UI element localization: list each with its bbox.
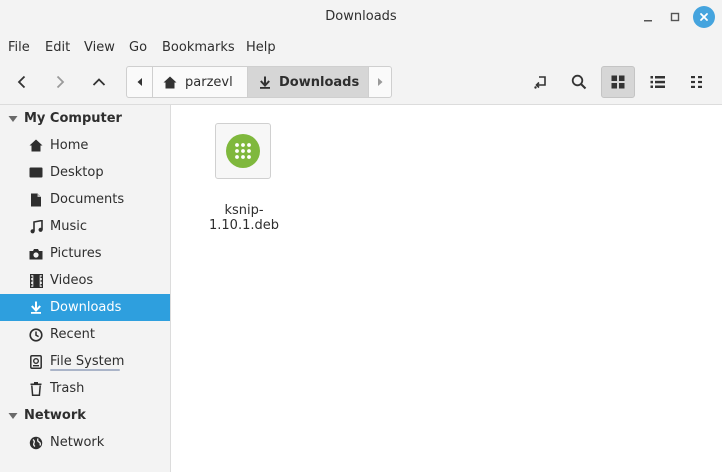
sidebar-item-recent[interactable]: Recent xyxy=(0,321,170,348)
maximize-button[interactable] xyxy=(664,6,686,28)
sidebar-item-desktop[interactable]: Desktop xyxy=(0,159,170,186)
sidebar-item-label: Downloads xyxy=(50,300,122,315)
toolbar: parzevl Downloads xyxy=(0,61,722,105)
sidebar-item-documents[interactable]: Documents xyxy=(0,186,170,213)
desktop-icon xyxy=(29,166,43,180)
sidebar-item-label: Desktop xyxy=(50,165,104,180)
sidebar-item-downloads[interactable]: Downloads xyxy=(0,294,170,321)
sidebar-item-network[interactable]: Network xyxy=(0,429,170,456)
breadcrumb-home-label: parzevl xyxy=(185,74,233,90)
expander-down-icon xyxy=(8,412,18,419)
download-icon xyxy=(260,76,270,89)
search-icon xyxy=(571,74,587,90)
search-button[interactable] xyxy=(562,66,596,98)
music-icon xyxy=(29,219,43,234)
section-header-label: Network xyxy=(24,408,86,423)
document-icon xyxy=(29,193,43,207)
close-button[interactable] xyxy=(693,6,715,28)
maximize-icon xyxy=(670,12,680,22)
chevron-left-icon xyxy=(17,75,26,89)
menu-bookmarks[interactable]: Bookmarks xyxy=(162,40,235,55)
menu-file[interactable]: File xyxy=(8,40,30,55)
sidebar-item-label: Videos xyxy=(50,273,94,288)
triangle-right-icon xyxy=(378,78,383,86)
compact-view-icon xyxy=(691,76,702,88)
path-scroll-right-button[interactable] xyxy=(368,67,391,97)
toggle-location-button[interactable] xyxy=(524,66,558,98)
sidebar-item-pictures[interactable]: Pictures xyxy=(0,240,170,267)
camera-icon xyxy=(29,247,43,261)
sidebar-item-label: Trash xyxy=(50,381,85,396)
minimize-button[interactable] xyxy=(637,6,659,28)
section-header-label: My Computer xyxy=(24,111,122,126)
menu-help[interactable]: Help xyxy=(246,40,276,55)
forward-button[interactable] xyxy=(44,67,76,97)
globe-icon xyxy=(29,436,43,450)
sidebar-item-label: Documents xyxy=(50,192,125,207)
sidebar-item-label: File System xyxy=(50,354,125,369)
sidebar-item-label: Recent xyxy=(50,327,95,342)
compact-view-button[interactable] xyxy=(680,66,714,98)
file-item[interactable]: ksnip-1.10.1.deb xyxy=(191,121,297,233)
path-bar: parzevl Downloads xyxy=(126,66,392,98)
title-bar: Downloads xyxy=(0,0,722,34)
path-scroll-left-button[interactable] xyxy=(127,67,153,97)
back-button[interactable] xyxy=(6,67,38,97)
home-icon xyxy=(163,76,177,88)
sidebar-item-label: Home xyxy=(50,138,89,153)
sidebar-item-trash[interactable]: Trash xyxy=(0,375,170,402)
file-name: ksnip-1.10.1.deb xyxy=(209,203,279,233)
close-icon xyxy=(700,13,708,21)
breadcrumb-home[interactable]: parzevl xyxy=(153,67,248,97)
breadcrumb-downloads[interactable]: Downloads xyxy=(248,67,368,97)
home-icon xyxy=(29,139,43,153)
drive-icon xyxy=(29,354,43,369)
file-view[interactable]: ksnip-1.10.1.deb xyxy=(171,105,722,472)
sidebar-item-videos[interactable]: Videos xyxy=(0,267,170,294)
sidebar: My Computer Home Desktop Documents Music… xyxy=(0,105,171,472)
sidebar-item-music[interactable]: Music xyxy=(0,213,170,240)
minimize-icon xyxy=(644,20,652,22)
menu-go[interactable]: Go xyxy=(129,40,147,55)
sidebar-item-label: Network xyxy=(50,435,105,450)
package-icon xyxy=(226,134,260,168)
sidebar-section-my-computer[interactable]: My Computer xyxy=(0,105,170,132)
chevron-up-icon xyxy=(92,78,106,86)
trash-icon xyxy=(29,381,43,396)
menu-edit[interactable]: Edit xyxy=(45,40,70,55)
menu-view[interactable]: View xyxy=(84,40,115,55)
sidebar-item-label: Music xyxy=(50,219,87,234)
breadcrumb-downloads-label: Downloads xyxy=(279,74,360,90)
location-toggle-icon xyxy=(534,76,546,89)
icon-view-button[interactable] xyxy=(601,66,635,98)
chevron-right-icon xyxy=(56,75,65,89)
file-thumbnail xyxy=(215,123,271,179)
up-button[interactable] xyxy=(83,67,115,97)
menu-bar: File Edit View Go Bookmarks Help xyxy=(0,34,722,61)
sidebar-section-network[interactable]: Network xyxy=(0,402,170,429)
download-icon xyxy=(29,301,43,315)
expander-down-icon xyxy=(8,115,18,122)
list-view-button[interactable] xyxy=(641,66,675,98)
sidebar-item-home[interactable]: Home xyxy=(0,132,170,159)
disk-usage-bar xyxy=(50,369,120,371)
list-view-icon xyxy=(650,76,665,88)
clock-icon xyxy=(29,327,43,342)
film-icon xyxy=(29,273,43,288)
triangle-left-icon xyxy=(137,78,142,86)
window-title: Downloads xyxy=(325,9,397,24)
grid-view-icon xyxy=(611,75,625,89)
sidebar-item-label: Pictures xyxy=(50,246,102,261)
